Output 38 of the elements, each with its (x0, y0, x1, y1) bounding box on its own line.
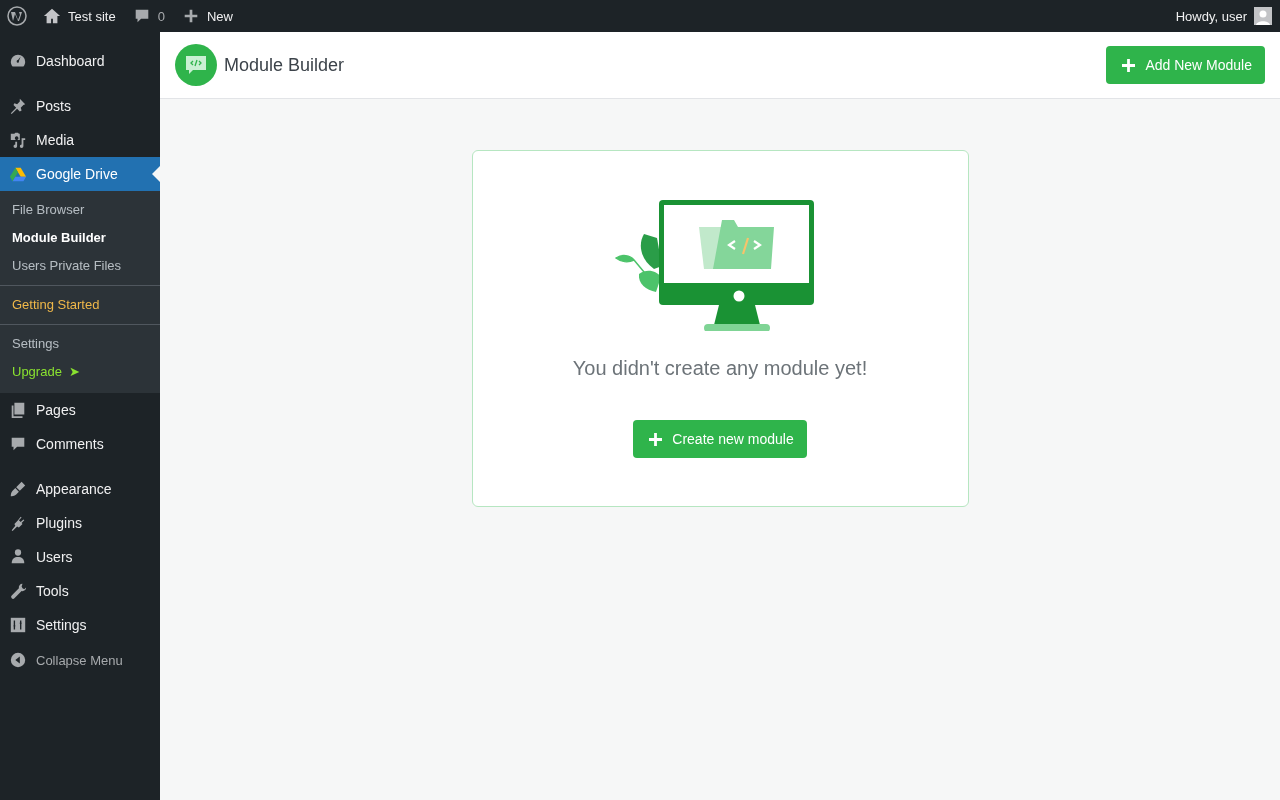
submenu-item[interactable]: File Browser (0, 196, 160, 224)
menu-item[interactable]: Dashboard (0, 44, 160, 78)
media-icon (9, 131, 27, 149)
menu-item[interactable]: Comments (0, 427, 160, 461)
page-title: Module Builder (224, 54, 345, 76)
menu-item[interactable]: Tools (0, 574, 160, 608)
account-link[interactable]: Howdy, user (1175, 7, 1272, 25)
plug-icon (9, 514, 27, 532)
chat-code-logo-icon (175, 44, 217, 86)
site-link[interactable]: Test site (43, 7, 116, 25)
menu-item[interactable]: Posts (0, 89, 160, 123)
wordpress-logo-icon[interactable] (7, 6, 27, 26)
user-icon (9, 548, 27, 566)
plus-icon (1122, 58, 1136, 72)
menu-item[interactable]: Plugins (0, 506, 160, 540)
collapse-menu-button[interactable]: Collapse Menu (0, 643, 160, 677)
avatar-icon (1254, 7, 1272, 25)
menu-item[interactable]: Settings (0, 608, 160, 642)
comments-link[interactable]: 0 (132, 7, 165, 25)
menu-item[interactable]: Google Drive (0, 157, 160, 191)
menu-item[interactable]: Media (0, 123, 160, 157)
submenu-item[interactable]: Users Private Files (0, 252, 160, 280)
submenu-item[interactable]: Settings (0, 330, 160, 358)
submenu-item[interactable]: Module Builder (0, 224, 160, 252)
wrench-icon (9, 582, 27, 600)
brush-icon (9, 480, 27, 498)
menu-item[interactable]: Appearance (0, 472, 160, 506)
plus-icon (649, 432, 663, 446)
menu-item[interactable]: Pages (0, 393, 160, 427)
pin-icon (9, 97, 27, 115)
empty-state-message: You didn't create any module yet! (572, 357, 868, 380)
menu-item[interactable]: Users (0, 540, 160, 574)
drive-icon (9, 165, 27, 183)
submenu-item[interactable]: Getting Started (0, 291, 160, 319)
home-icon (43, 7, 61, 25)
new-link[interactable]: New (181, 7, 233, 25)
pages-icon (9, 401, 27, 419)
submenu-item[interactable]: Upgrade ➤ (0, 358, 160, 386)
